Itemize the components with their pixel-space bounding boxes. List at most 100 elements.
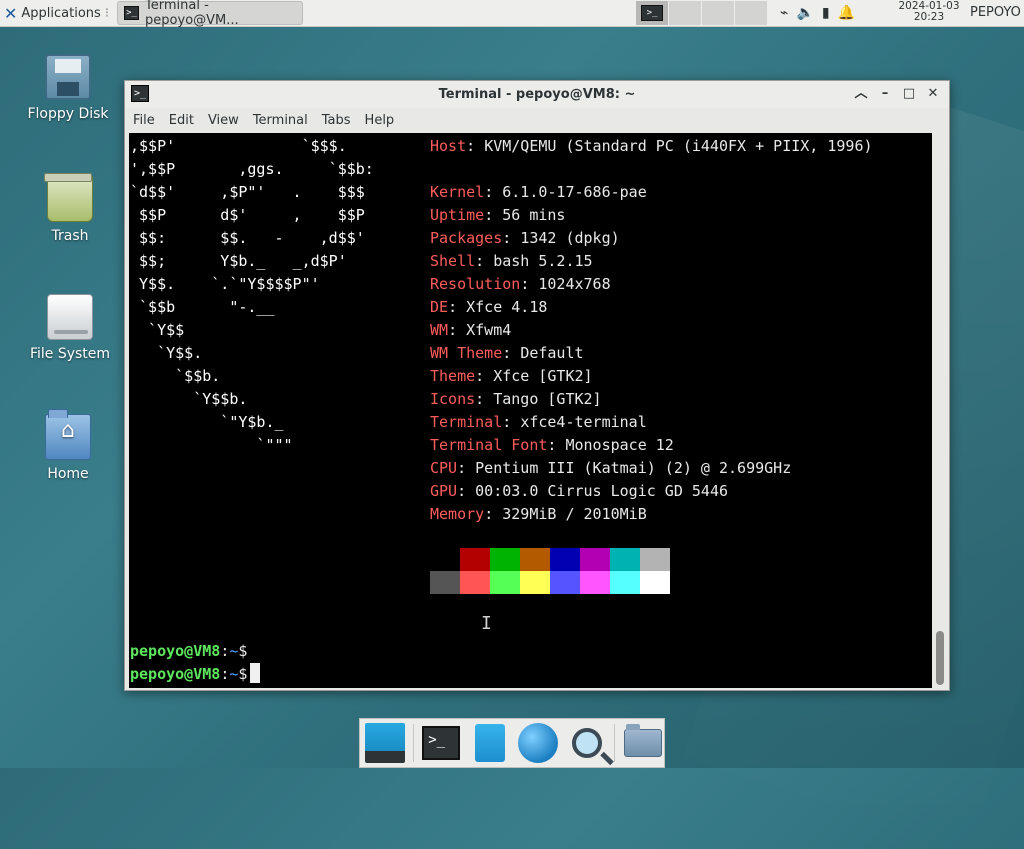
menu-separator: ⁝ — [104, 5, 109, 21]
system-tray: ⌁ 🔈 ▮ 🔔 — [780, 0, 855, 26]
top-panel: ✕ Applications ⁝ >_ Terminal - pepoyo@VM… — [0, 0, 1024, 28]
sysinfo-key: Icons — [430, 390, 476, 408]
color-swatch — [490, 571, 520, 594]
web-browser-launcher[interactable] — [517, 723, 559, 763]
sysinfo-row: GPU: 00:03.0 Cirrus Logic GD 5446 — [430, 482, 729, 500]
color-swatch — [460, 571, 490, 594]
terminal-scrollbar[interactable] — [932, 133, 947, 688]
user-menu[interactable]: PEPOYO — [970, 5, 1021, 20]
menu-bar: File Edit View Terminal Tabs Help — [125, 108, 949, 132]
color-swatch — [610, 548, 640, 571]
sysinfo-row: CPU: Pentium III (Katmai) (2) @ 2.699GHz — [430, 459, 792, 477]
sysinfo-row: Shell: bash 5.2.15 — [430, 252, 593, 270]
color-swatch — [640, 548, 670, 571]
close-button[interactable]: ✕ — [923, 84, 943, 104]
shell-prompt: pepoyo@VM8:~$ — [130, 642, 248, 660]
sysinfo-value: Default — [520, 344, 584, 362]
taskbar-terminal-button[interactable]: >_ Terminal - pepoyo@VM... — [116, 0, 303, 28]
menu-file[interactable]: File — [127, 113, 161, 128]
menu-terminal[interactable]: Terminal — [247, 113, 314, 128]
logo-line: $$P d$' , $$P — [130, 206, 365, 224]
show-desktop-button[interactable] — [364, 723, 406, 763]
dock-separator — [614, 724, 616, 762]
trash-icon — [44, 173, 93, 222]
scrollbar-thumb[interactable] — [936, 631, 944, 685]
sysinfo-key: Packages — [430, 229, 503, 247]
sysinfo-value: Pentium III (Katmai) (2) @ 2.699GHz — [475, 459, 792, 477]
taskbar-terminal-title: Terminal - pepoyo@VM... — [145, 0, 239, 28]
logo-line: `""" — [130, 436, 293, 454]
desktop-icon-label: Floppy Disk — [27, 106, 109, 122]
hard-drive-icon — [47, 294, 93, 340]
home-folder-icon — [45, 409, 91, 460]
notifications-bell-icon[interactable]: 🔔 — [838, 5, 855, 21]
sysinfo-row: Terminal Font: Monospace 12 — [430, 436, 674, 454]
desktop-icon-floppy[interactable]: Floppy Disk — [13, 54, 123, 122]
sysinfo-value: Xfwm4 — [466, 321, 512, 339]
desktop-icon-trash[interactable]: Trash — [15, 173, 125, 244]
network-icon[interactable]: ⌁ — [780, 5, 788, 21]
desktop-icon-label: File System — [29, 346, 111, 362]
logo-line: `d$$' ,$P"' . $$$ — [130, 183, 365, 201]
sysinfo-row: WM: Xfwm4 — [430, 321, 512, 339]
sysinfo-key: Uptime — [430, 206, 485, 224]
shell-prompt-active[interactable]: pepoyo@VM8:~$ — [130, 663, 261, 686]
magnifier-icon — [571, 728, 602, 758]
sysinfo-key: Shell — [430, 252, 476, 270]
sysinfo-key: DE — [430, 298, 449, 316]
terminal-window: >_ Terminal - pepoyo@VM8: ~ ︿ – □ ✕ File… — [124, 80, 950, 691]
sysinfo-key: WM — [430, 321, 449, 339]
applications-label: Applications — [21, 5, 101, 21]
maximize-button[interactable]: □ — [899, 84, 919, 104]
sysinfo-row: Memory: 329MiB / 2010MiB — [430, 505, 647, 523]
sysinfo-row: WM Theme: Default — [430, 344, 584, 362]
home-folder-launcher[interactable] — [622, 723, 664, 763]
sysinfo-key: WM Theme — [430, 344, 503, 362]
sysinfo-row: Terminal: xfce4-terminal — [430, 413, 647, 431]
terminal-area[interactable]: ,$$P' `$$$. ',$$P ,ggs. `$$b: `d$$' ,$P"… — [129, 133, 932, 688]
menu-tabs[interactable]: Tabs — [316, 113, 357, 128]
applications-menu-button[interactable]: ✕ Applications ⁝ — [0, 0, 113, 26]
workspace-3[interactable] — [702, 1, 735, 25]
dock-separator — [412, 724, 414, 762]
xfce-logo-icon: ✕ — [4, 3, 18, 23]
logo-line: $$; Y$b._ _,d$P' — [130, 252, 347, 270]
sysinfo-row: Uptime: 56 mins — [430, 206, 566, 224]
volume-icon[interactable]: 🔈 — [796, 5, 813, 21]
terminal-icon: >_ — [123, 6, 140, 20]
app-finder-launcher[interactable] — [566, 723, 608, 763]
folder-icon — [624, 724, 663, 757]
battery-icon[interactable]: ▮ — [822, 5, 830, 21]
workspace-2[interactable] — [669, 1, 702, 25]
sysinfo-key: CPU — [430, 459, 458, 477]
desktop-icon-filesystem[interactable]: File System — [15, 294, 125, 362]
color-swatch — [520, 548, 550, 571]
logo-line: $$: $$. - ,d$$' — [130, 229, 365, 247]
color-swatch — [490, 548, 520, 571]
workspace-4[interactable] — [735, 1, 768, 25]
menu-edit[interactable]: Edit — [163, 113, 200, 128]
color-swatch — [460, 548, 490, 571]
desktop-icon-label: Home — [47, 466, 89, 482]
text-cursor-icon: 𝙸 — [481, 613, 492, 634]
sysinfo-value: 1024x768 — [538, 275, 611, 293]
menu-view[interactable]: View — [202, 113, 245, 128]
logo-line: Y$$. `.`"Y$$$$P"' — [130, 275, 320, 293]
logo-line: ',$$P ,ggs. `$$b: — [130, 160, 374, 178]
sysinfo-row: DE: Xfce 4.18 — [430, 298, 548, 316]
workspace-1[interactable]: >_ — [636, 1, 669, 25]
sysinfo-key: Resolution — [430, 275, 521, 293]
sysinfo-key: Memory — [430, 505, 485, 523]
color-swatch — [580, 548, 610, 571]
panel-clock[interactable]: 2024-01-03 20:23 — [893, 1, 965, 23]
logo-line: `Y$$ — [130, 321, 185, 339]
window-titlebar[interactable]: >_ Terminal - pepoyo@VM8: ~ ︿ – □ ✕ — [125, 81, 949, 108]
minimize-button[interactable]: – — [875, 84, 895, 104]
desktop-icon-home[interactable]: Home — [13, 409, 123, 482]
terminal-launcher[interactable]: >_ — [420, 723, 462, 763]
menu-help[interactable]: Help — [359, 113, 401, 128]
logo-line: ,$$P' `$$$. — [130, 137, 347, 155]
file-cabinet-icon — [474, 724, 505, 762]
chevron-up-icon[interactable]: ︿ — [851, 84, 871, 104]
file-manager-launcher[interactable] — [469, 723, 511, 763]
